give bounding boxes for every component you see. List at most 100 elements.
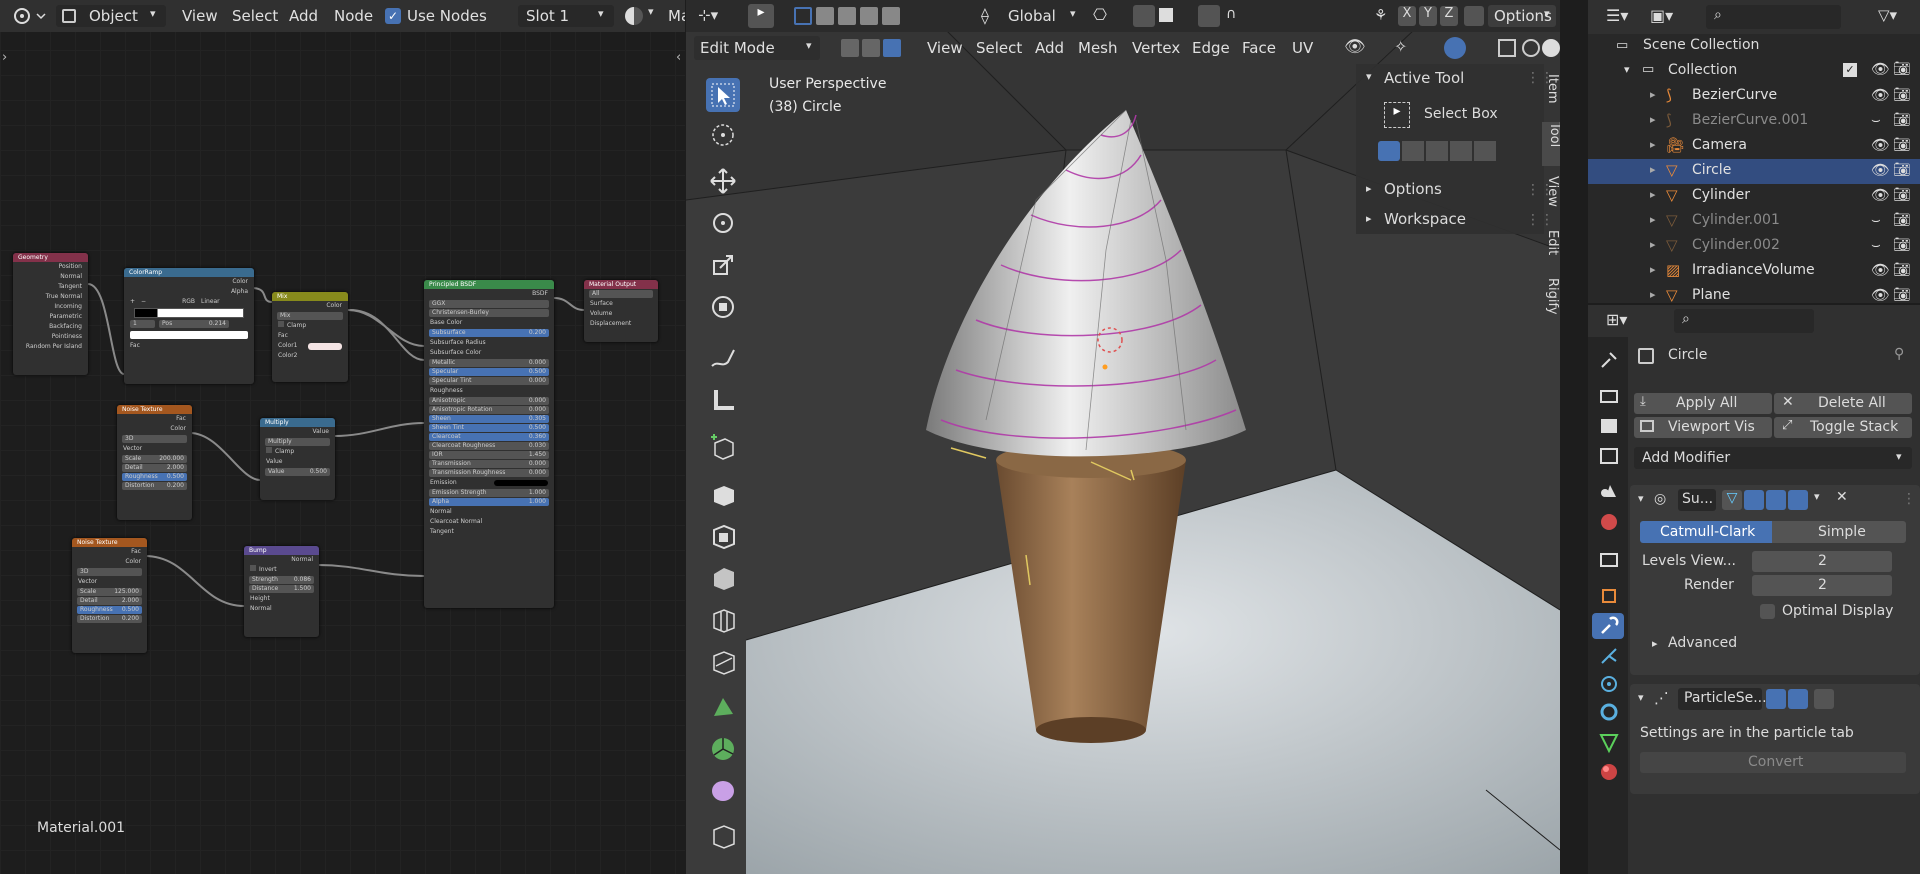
convert-button[interactable]: Convert: [1640, 752, 1906, 773]
math-mode-dropdown[interactable]: Multiply: [265, 438, 330, 446]
mode-intersect-icon[interactable]: [1474, 141, 1496, 161]
bsdf-input-row[interactable]: Transmission Roughness 0.000: [429, 469, 549, 477]
camera-render-icon[interactable]: 📷︎: [1893, 187, 1911, 203]
menu-vertex[interactable]: Vertex: [1132, 39, 1180, 57]
edge-select-icon[interactable]: [862, 39, 880, 57]
distribution-dropdown[interactable]: GGX: [429, 300, 549, 308]
simple-button[interactable]: Simple: [1772, 521, 1906, 543]
chevron-right-icon[interactable]: ▸: [1650, 113, 1656, 126]
proportional-edit-icon[interactable]: [1198, 5, 1220, 27]
select-box-tool[interactable]: [706, 78, 740, 112]
workspace-panel-header[interactable]: Workspace: [1384, 210, 1466, 228]
toggle-stack-button[interactable]: ⤢ Toggle Stack: [1774, 417, 1912, 438]
eye-icon[interactable]: 👁︎: [1871, 60, 1890, 78]
face-select-icon[interactable]: [883, 39, 901, 57]
principled-bsdf-node[interactable]: Principled BSDF BSDF GGX Christensen-Bur…: [424, 280, 554, 608]
chevron-right-icon[interactable]: ▸: [1652, 637, 1658, 650]
scene-tab-icon[interactable]: [1596, 477, 1622, 503]
noise-input-row[interactable]: Detail 2.000: [77, 597, 142, 605]
add-cube-tool[interactable]: [706, 430, 740, 464]
overlays-icon[interactable]: [1444, 37, 1466, 59]
chevron-right-icon[interactable]: ▸: [1650, 138, 1656, 151]
tab-edit[interactable]: Edit: [1544, 230, 1560, 270]
chevron-down-icon[interactable]: ▾: [1366, 70, 1372, 83]
bump-input-row[interactable]: Strength 0.086: [249, 576, 314, 584]
eye-icon[interactable]: 👁︎: [1871, 136, 1890, 154]
mode-dropdown[interactable]: Edit Mode ▾: [694, 36, 820, 60]
menu-edge[interactable]: Edge: [1192, 39, 1230, 57]
editor-type-icon[interactable]: ⊹▾: [698, 6, 724, 26]
move-tool[interactable]: [706, 164, 740, 198]
realtime-icon[interactable]: [1766, 689, 1786, 709]
eye-icon[interactable]: 👁︎: [1871, 186, 1890, 204]
chevron-right-icon[interactable]: ▸: [1650, 213, 1656, 226]
output-target-dropdown[interactable]: All: [589, 290, 653, 298]
tool-tab-icon[interactable]: [1596, 347, 1622, 373]
eye-icon[interactable]: 👁︎: [1871, 286, 1890, 304]
camera-render-icon[interactable]: 📷︎: [1893, 287, 1911, 303]
mirror-icon[interactable]: ⚘: [1374, 6, 1387, 24]
falloff-icon[interactable]: ∩: [1226, 6, 1236, 22]
add-modifier-dropdown[interactable]: Add Modifier ▾: [1634, 447, 1912, 469]
mix-mode-dropdown[interactable]: Mix: [277, 312, 343, 320]
solid-shading-icon[interactable]: [1542, 39, 1560, 57]
chevron-right-icon[interactable]: ▸: [1650, 188, 1656, 201]
outliner-search-input[interactable]: ⌕: [1706, 5, 1841, 29]
bsdf-input-row[interactable]: Metallic 0.000: [429, 359, 549, 367]
ramp-interp[interactable]: Linear: [201, 297, 220, 307]
camera-render-icon[interactable]: 📷︎: [1893, 212, 1911, 228]
node-editor[interactable]: Object ▾ View Select Add Node ✓ Use Node…: [0, 0, 685, 874]
bsdf-input-row[interactable]: Anisotropic 0.000: [429, 397, 549, 405]
physics-tab-icon[interactable]: [1596, 671, 1622, 697]
outliner-item[interactable]: ▸ ⟆ BezierCurve.001 ⌣ 📷︎: [1588, 109, 1920, 134]
pin-icon[interactable]: ⚲: [1894, 346, 1904, 362]
bsdf-input-row[interactable]: Transmission 0.000: [429, 460, 549, 468]
cursor-tool[interactable]: [706, 118, 740, 152]
mirror-x-toggle[interactable]: X: [1398, 6, 1416, 26]
chevron-right-icon[interactable]: ▸: [1366, 182, 1372, 195]
stop-pos-field[interactable]: Pos 0.214: [159, 320, 229, 328]
gizmo-icon[interactable]: ✧: [1394, 37, 1407, 56]
modifier-name-field[interactable]: ParticleSe...: [1678, 688, 1767, 710]
bsdf-input-row[interactable]: Specular Tint 0.000: [429, 377, 549, 385]
bsdf-input-row[interactable]: Sheen 0.305: [429, 415, 549, 423]
mirror-z-toggle[interactable]: Z: [1440, 6, 1458, 26]
chevron-right-icon[interactable]: ▸: [1650, 163, 1656, 176]
camera-render-icon[interactable]: 📷︎: [1893, 87, 1911, 103]
ramp-mode[interactable]: RGB: [182, 297, 195, 307]
select-intersect-icon[interactable]: [882, 7, 900, 25]
filter-icon[interactable]: ▽▾: [1878, 6, 1897, 24]
camera-render-icon[interactable]: 📷︎: [1893, 162, 1911, 178]
menu-select[interactable]: Select: [976, 39, 1022, 57]
smooth-tool[interactable]: [706, 774, 740, 808]
outliner-item[interactable]: ▸ ▽ Cylinder.001 ⌣ 📷︎: [1588, 209, 1920, 234]
mode-new-icon[interactable]: [1378, 141, 1400, 161]
object-tab-icon[interactable]: [1596, 583, 1622, 609]
outliner-item[interactable]: ▸ ▽ Circle 👁︎ 📷︎: [1588, 159, 1920, 184]
camera-render-icon[interactable]: 📷︎: [1893, 137, 1911, 153]
mode-subtract-icon[interactable]: [1426, 141, 1448, 161]
mode-invert-icon[interactable]: [1450, 141, 1472, 161]
properties-editor[interactable]: ⊞▾ ⌕ Circle ⚲ ⤓ Apply All ✕ Delete All V…: [1588, 305, 1920, 874]
annotate-tool[interactable]: [706, 340, 740, 374]
tab-tool[interactable]: Tool: [1542, 122, 1560, 166]
noise-input-row[interactable]: Roughness 0.500: [77, 606, 142, 614]
menu-view[interactable]: View: [927, 39, 963, 57]
color-ramp-bar[interactable]: [134, 308, 244, 318]
modifier-name-field[interactable]: Su...: [1678, 489, 1716, 511]
outliner[interactable]: ☰▾ ▣▾ ⌕ ▽▾ ▭ Scene Collection ▾ ▭ Collec…: [1588, 0, 1920, 304]
eye-icon[interactable]: 👁︎: [1871, 161, 1890, 179]
scale-tool[interactable]: [706, 248, 740, 282]
noise-texture-node[interactable]: Noise Texture Fac Color 3D Vector Scale 20…: [117, 405, 192, 520]
eye-closed-icon[interactable]: ⌣: [1871, 236, 1881, 254]
render-levels-field[interactable]: 2: [1752, 575, 1892, 596]
optimal-display-checkbox[interactable]: [1760, 604, 1775, 619]
collection-tab-icon[interactable]: [1596, 547, 1622, 573]
stop-index[interactable]: 1: [130, 320, 155, 328]
mode-extend-icon[interactable]: [1402, 141, 1424, 161]
shrink-fatten-tool[interactable]: [706, 818, 740, 852]
noise-input-row[interactable]: Scale 200.000: [122, 455, 187, 463]
noise-texture-node[interactable]: Noise Texture Fac Color 3D Vector Scale 12…: [72, 538, 147, 653]
render-icon[interactable]: [1788, 490, 1808, 510]
outliner-item[interactable]: ▸ ▽ Cylinder 👁︎ 📷︎: [1588, 184, 1920, 209]
